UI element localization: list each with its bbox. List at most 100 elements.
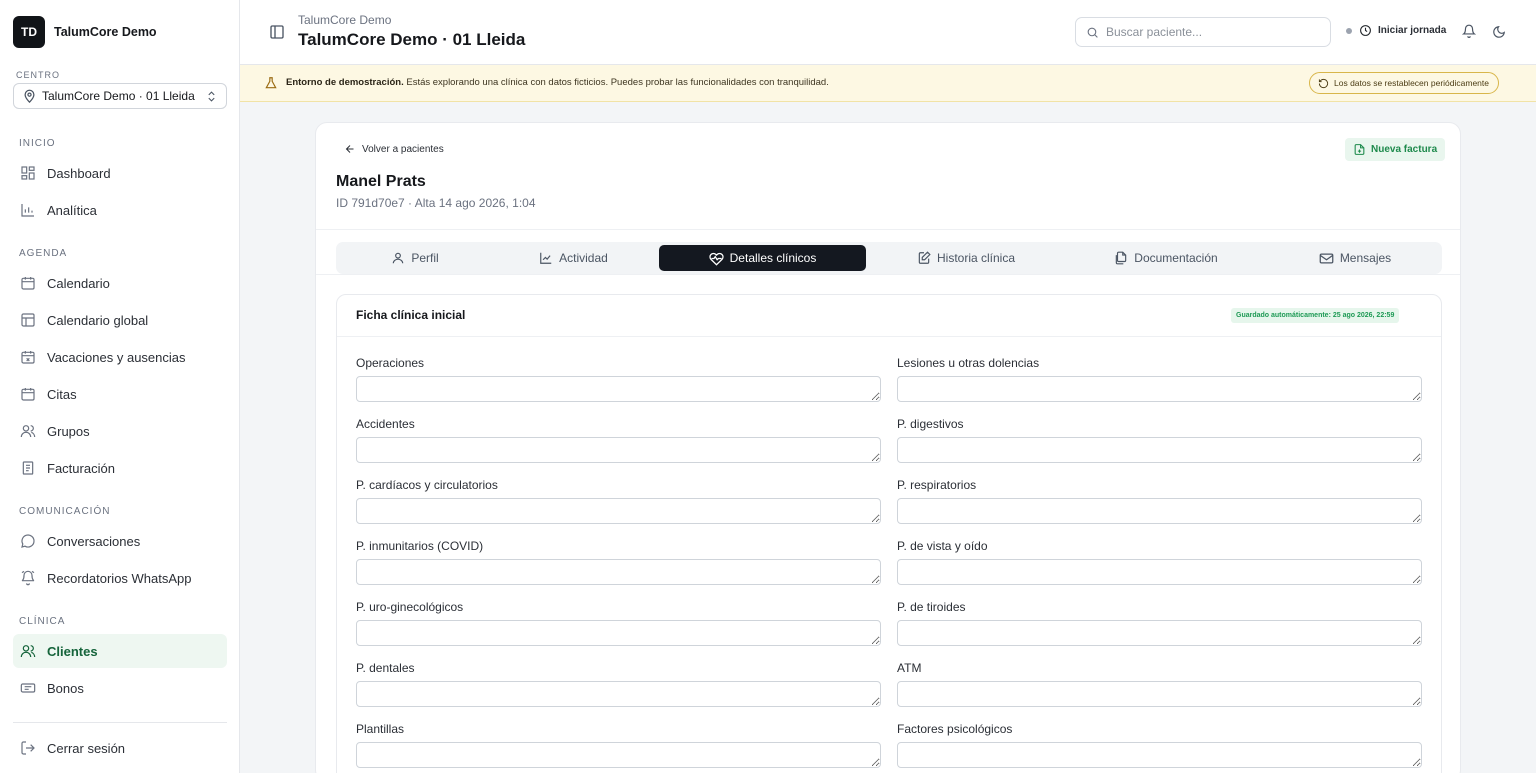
plantillas-label: Plantillas [356,722,405,736]
new-invoice-button[interactable]: Nueva factura [1345,138,1446,161]
refresh-icon [1318,78,1329,88]
section-label-comunicacion: COMUNICACIÓN [19,506,111,517]
brand-name: TalumCore Demo [54,25,157,39]
clock-icon [1359,24,1372,37]
atm-field[interactable] [897,681,1422,707]
sidebar-item-citas[interactable]: Citas [13,377,227,411]
sidebar-item-facturacion[interactable]: Facturación [13,451,227,485]
sidebar-item-dashboard[interactable]: Dashboard [13,156,227,190]
users-icon [20,423,36,439]
search-input[interactable] [1106,25,1316,39]
sidebar-item-grupos[interactable]: Grupos [13,414,227,448]
alarm-bell-icon [20,570,36,586]
sidebar-item-label: Grupos [47,423,90,439]
back-label: Volver a pacientes [362,143,444,155]
search-box[interactable] [1075,17,1331,47]
new-invoice-label: Nueva factura [1371,144,1438,155]
sidebar-item-label: Dashboard [47,165,111,181]
arrow-left-icon [345,145,354,153]
logout-button[interactable]: Cerrar sesión [13,731,227,765]
centro-select-value: TalumCore Demo · 01 Lleida [42,89,195,103]
respiratorios-field[interactable] [897,498,1422,524]
reset-notice-badge: Los datos se restablecen periódicamente [1309,72,1499,94]
sidebar-item-label: Bonos [47,680,84,696]
sidebar-item-calendario-global[interactable]: Calendario global [13,303,227,337]
sidebar-toggle-icon[interactable] [267,22,287,42]
section-label-agenda: AGENDA [19,248,68,259]
tab-perfil[interactable]: Perfil [339,245,491,271]
sidebar-item-clientes[interactable]: Clientes [13,634,227,668]
message-circle-icon [20,533,36,549]
search-icon [1086,26,1099,39]
tab-detalles-clinicos[interactable]: Detalles clínicos [659,245,866,271]
back-to-patients-link[interactable]: Volver a pacientes [344,143,444,155]
tiroides-field[interactable] [897,620,1422,646]
sidebar-item-label: Facturación [47,460,115,476]
cardiacos-field[interactable] [356,498,881,524]
operaciones-field[interactable] [356,376,881,402]
psicologicos-field[interactable] [897,742,1422,768]
sidebar-item-label: Vacaciones y ausencias [47,349,186,365]
respiratorios-label: P. respiratorios [897,478,977,492]
vista-field[interactable] [897,559,1422,585]
digestivos-field[interactable] [897,437,1422,463]
tab-mensajes[interactable]: Mensajes [1271,245,1439,271]
inmunitarios-label: P. inmunitarios (COVID) [356,539,484,553]
form-divider [337,336,1441,337]
inmunitarios-field[interactable] [356,559,881,585]
operaciones-label: Operaciones [356,356,425,370]
logout-icon [20,740,36,756]
sidebar-item-label: Analítica [47,202,97,218]
tab-label: Documentación [1134,251,1218,265]
header-subtitle: TalumCore Demo [298,13,392,27]
sidebar-item-analitica[interactable]: Analítica [13,193,227,227]
tab-label: Mensajes [1339,251,1392,265]
vista-label: P. de vista y oído [897,539,988,553]
centro-select[interactable]: TalumCore Demo · 01 Lleida [13,83,227,109]
sidebar-item-label: Conversaciones [47,533,141,549]
map-pin-icon [22,89,37,104]
bar-chart-icon [20,202,36,218]
start-shift-button[interactable]: Iniciar jornada [1346,24,1446,37]
uro-field[interactable] [356,620,881,646]
status-dot [1346,27,1352,34]
sidebar-item-calendario[interactable]: Calendario [13,266,227,300]
layout-grid-icon [20,312,36,328]
autosave-badge: Guardado automáticamente: 25 ago 2026, 2… [1231,308,1400,323]
calendar-icon [20,275,36,291]
accidentes-field[interactable] [356,437,881,463]
form-title: Ficha clínica inicial [356,308,466,322]
sidebar-item-label: Recordatorios WhatsApp [47,570,192,586]
tabs-divider [316,274,1460,275]
tab-actividad[interactable]: Actividad [496,245,651,271]
sidebar: TD TalumCore Demo CENTRO TalumCore Demo … [0,0,240,773]
lesiones-field[interactable] [897,376,1422,402]
sidebar-item-label: Clientes [47,643,98,659]
ticket-icon [20,680,36,696]
tab-label: Actividad [559,251,608,265]
cardiacos-label: P. cardíacos y circulatorios [356,478,498,492]
demo-banner-bold: Entorno de demostración. [286,77,404,88]
sidebar-item-label: Calendario [47,275,110,291]
section-label-clinica: CLÍNICA [19,616,66,627]
sidebar-item-conversaciones[interactable]: Conversaciones [13,524,227,558]
brand[interactable]: TD TalumCore Demo [13,16,157,48]
moon-icon[interactable] [1492,25,1506,39]
line-chart-icon [540,252,552,264]
sidebar-item-bonos[interactable]: Bonos [13,671,227,705]
tiroides-label: P. de tiroides [897,600,966,614]
tab-historia-clinica[interactable]: Historia clínica [871,245,1061,271]
receipt-icon [20,460,36,476]
bell-icon[interactable] [1462,24,1476,38]
sidebar-item-label: Calendario global [47,312,149,328]
dentales-field[interactable] [356,681,881,707]
sidebar-item-recordatorios[interactable]: Recordatorios WhatsApp [13,561,227,595]
tab-documentacion[interactable]: Documentación [1066,245,1266,271]
patient-tabs: Perfil Actividad Detalles clínicos Histo… [336,242,1442,274]
brand-logo: TD [13,16,45,48]
sidebar-item-vacaciones[interactable]: Vacaciones y ausencias [13,340,227,374]
files-icon [1116,251,1127,265]
plantillas-field[interactable] [356,742,881,768]
accidentes-label: Accidentes [356,417,415,431]
patient-name: Manel Prats [336,173,426,190]
